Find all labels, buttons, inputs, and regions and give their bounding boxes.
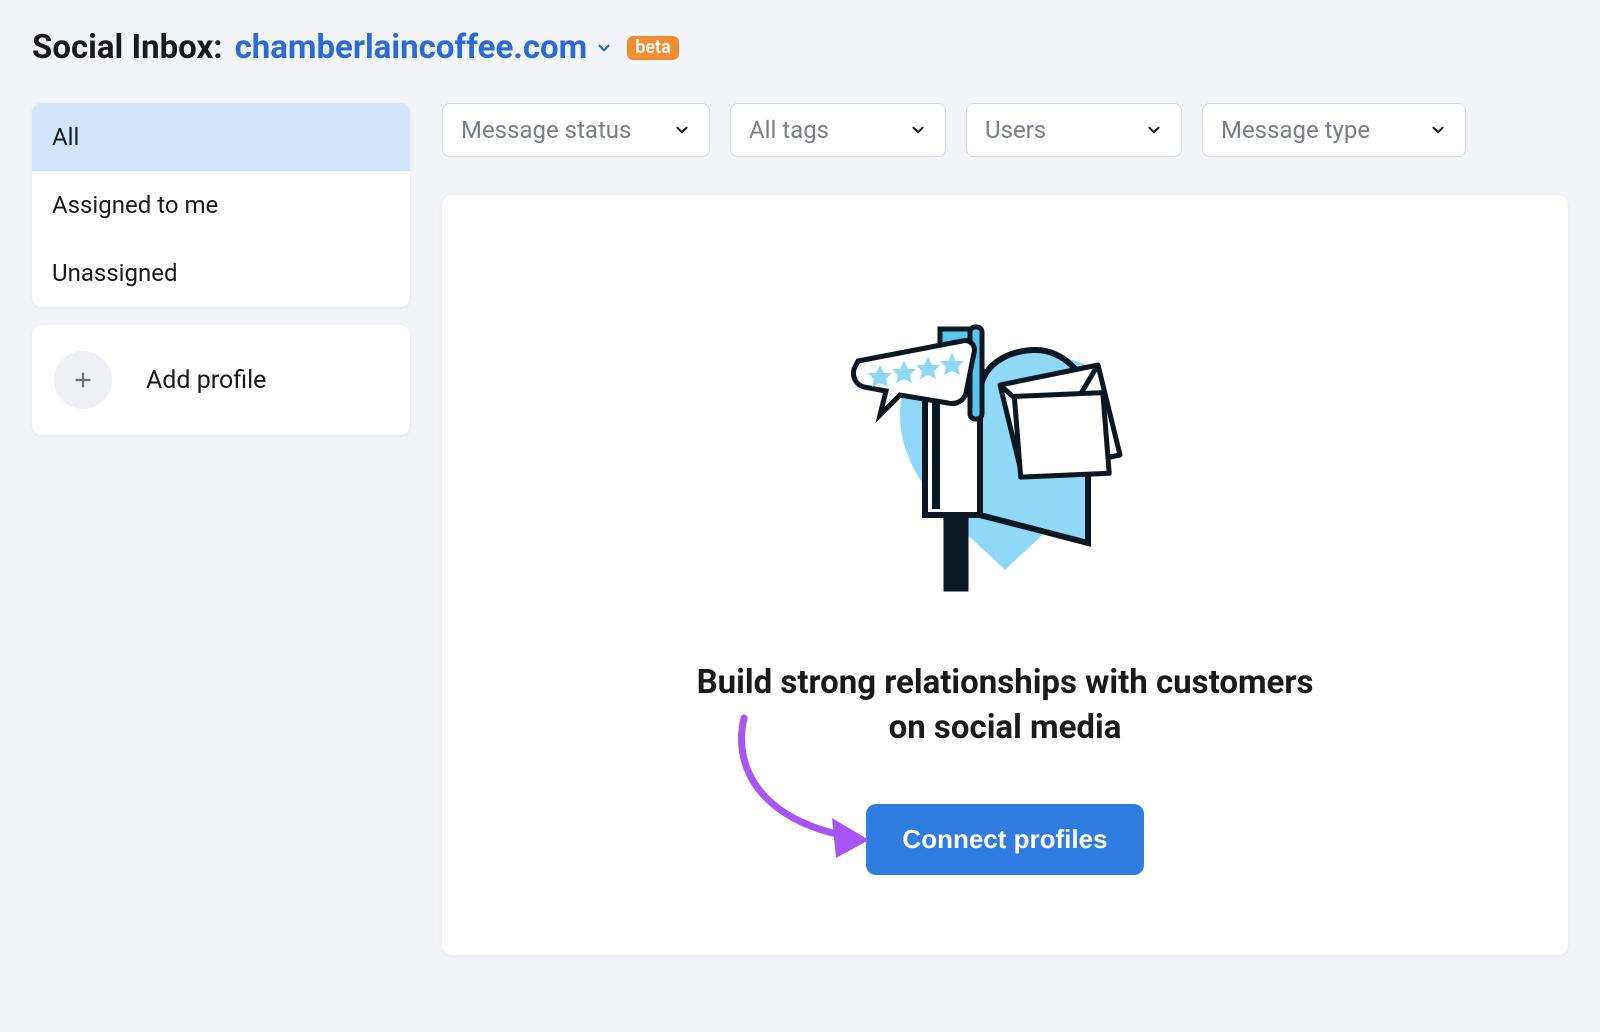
page-header: Social Inbox: chamberlaincoffee.com beta xyxy=(32,28,1568,67)
chevron-down-icon xyxy=(1145,121,1163,139)
filter-bar: Message status All tags Users Message ty… xyxy=(442,103,1568,157)
chevron-down-icon xyxy=(595,39,613,57)
chevron-down-icon xyxy=(1429,121,1447,139)
chevron-down-icon xyxy=(909,121,927,139)
segment-list: All Assigned to me Unassigned xyxy=(32,103,410,307)
filter-label: Message type xyxy=(1221,116,1370,144)
filter-all-tags[interactable]: All tags xyxy=(730,103,946,157)
plus-icon xyxy=(54,351,112,409)
filter-label: Users xyxy=(985,116,1046,144)
empty-state-card: Build strong relationships with customer… xyxy=(442,195,1568,955)
filter-label: Message status xyxy=(461,116,631,144)
domain-selector[interactable]: chamberlaincoffee.com xyxy=(235,28,614,67)
mailbox-illustration-icon xyxy=(840,265,1170,609)
filter-message-type[interactable]: Message type xyxy=(1202,103,1466,157)
arrow-annotation-icon xyxy=(724,710,894,860)
chevron-down-icon xyxy=(673,121,691,139)
beta-badge: beta xyxy=(627,36,679,60)
segment-item-all[interactable]: All xyxy=(32,103,410,171)
main-content: Message status All tags Users Message ty… xyxy=(442,103,1568,955)
page-title: Social Inbox: xyxy=(32,28,223,67)
filter-label: All tags xyxy=(749,116,829,144)
segment-item-unassigned[interactable]: Unassigned xyxy=(32,239,410,307)
segment-item-assigned[interactable]: Assigned to me xyxy=(32,171,410,239)
filter-users[interactable]: Users xyxy=(966,103,1182,157)
filter-message-status[interactable]: Message status xyxy=(442,103,710,157)
sidebar: All Assigned to me Unassigned Add profil… xyxy=(32,103,410,955)
add-profile-label: Add profile xyxy=(146,366,266,395)
domain-name: chamberlaincoffee.com xyxy=(235,28,588,67)
add-profile-button[interactable]: Add profile xyxy=(32,325,410,435)
connect-profiles-button[interactable]: Connect profiles xyxy=(866,804,1143,875)
